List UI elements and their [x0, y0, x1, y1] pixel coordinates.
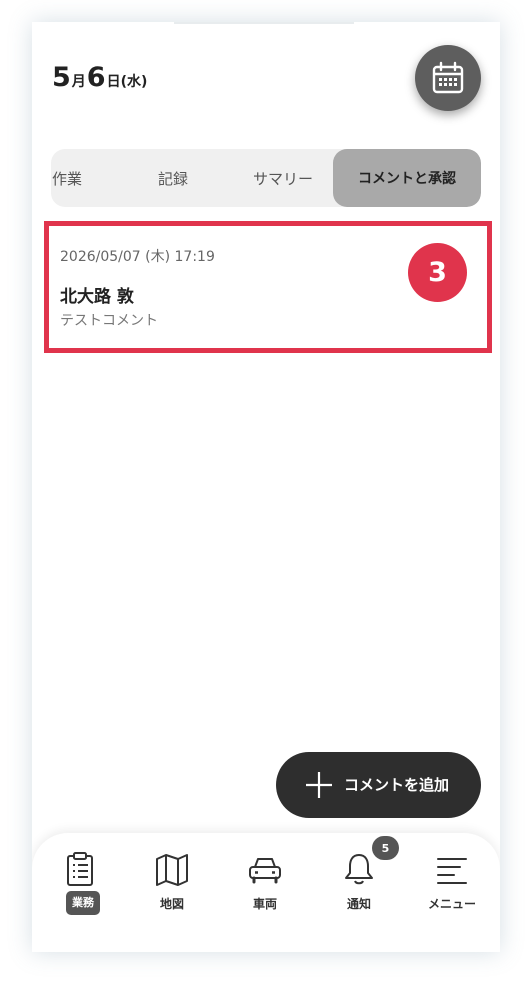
clipboard-icon [67, 852, 93, 886]
bottom-nav: 業務 地図 車両 通知 5 メニュー [32, 833, 500, 952]
date-day-suffix: 日(水) [106, 74, 148, 90]
menu-icon [437, 858, 467, 884]
page-date: 5 月 6 日(水) [52, 62, 148, 93]
nav-label-notifications: 通知 [346, 897, 371, 911]
add-comment-label: コメントを追加 [344, 776, 450, 794]
notification-count-badge: 5 [372, 836, 399, 860]
nav-item-vehicle[interactable]: 車両 [225, 851, 305, 931]
nav-label-menu: メニュー [427, 897, 476, 911]
comment-datetime: 2026/05/07 (木) 17:19 [60, 249, 215, 265]
tab-records[interactable]: 記録 [145, 149, 201, 207]
tab-work[interactable]: 作業 [51, 149, 89, 207]
comment-card[interactable]: 2026/05/07 (木) 17:19 北大路 敦 テストコメント 3 [44, 221, 492, 353]
nav-item-work[interactable]: 業務 [40, 851, 120, 931]
app-screen: 5 月 6 日(水) 作業 記録 サマリー コメントと承認 2026/05/07… [32, 22, 500, 952]
nav-label-map: 地図 [159, 897, 184, 911]
tab-summary[interactable]: サマリー [238, 149, 328, 207]
map-icon [156, 854, 188, 886]
tab-bar: 作業 記録 サマリー コメントと承認 [51, 149, 481, 207]
comment-text: テストコメント [60, 313, 158, 329]
car-icon [249, 858, 281, 884]
top-notch [174, 22, 354, 24]
comment-author: 北大路 敦 [60, 287, 134, 307]
nav-label-work: 業務 [66, 891, 100, 915]
calendar-button[interactable] [415, 45, 481, 111]
calendar-icon [432, 61, 464, 94]
bell-icon [345, 854, 373, 885]
nav-item-notifications[interactable]: 通知 [319, 851, 399, 931]
tab-comments-approval[interactable]: コメントと承認 [333, 149, 481, 207]
plus-icon [306, 772, 332, 798]
comment-badge: 3 [408, 243, 467, 302]
date-month: 5 [52, 62, 71, 93]
add-comment-button[interactable]: コメントを追加 [276, 752, 481, 818]
nav-item-menu[interactable]: メニュー [412, 851, 492, 931]
date-month-suffix: 月 [71, 74, 86, 90]
nav-label-vehicle: 車両 [252, 897, 277, 911]
date-day: 6 [86, 62, 106, 93]
nav-item-map[interactable]: 地図 [132, 851, 212, 931]
